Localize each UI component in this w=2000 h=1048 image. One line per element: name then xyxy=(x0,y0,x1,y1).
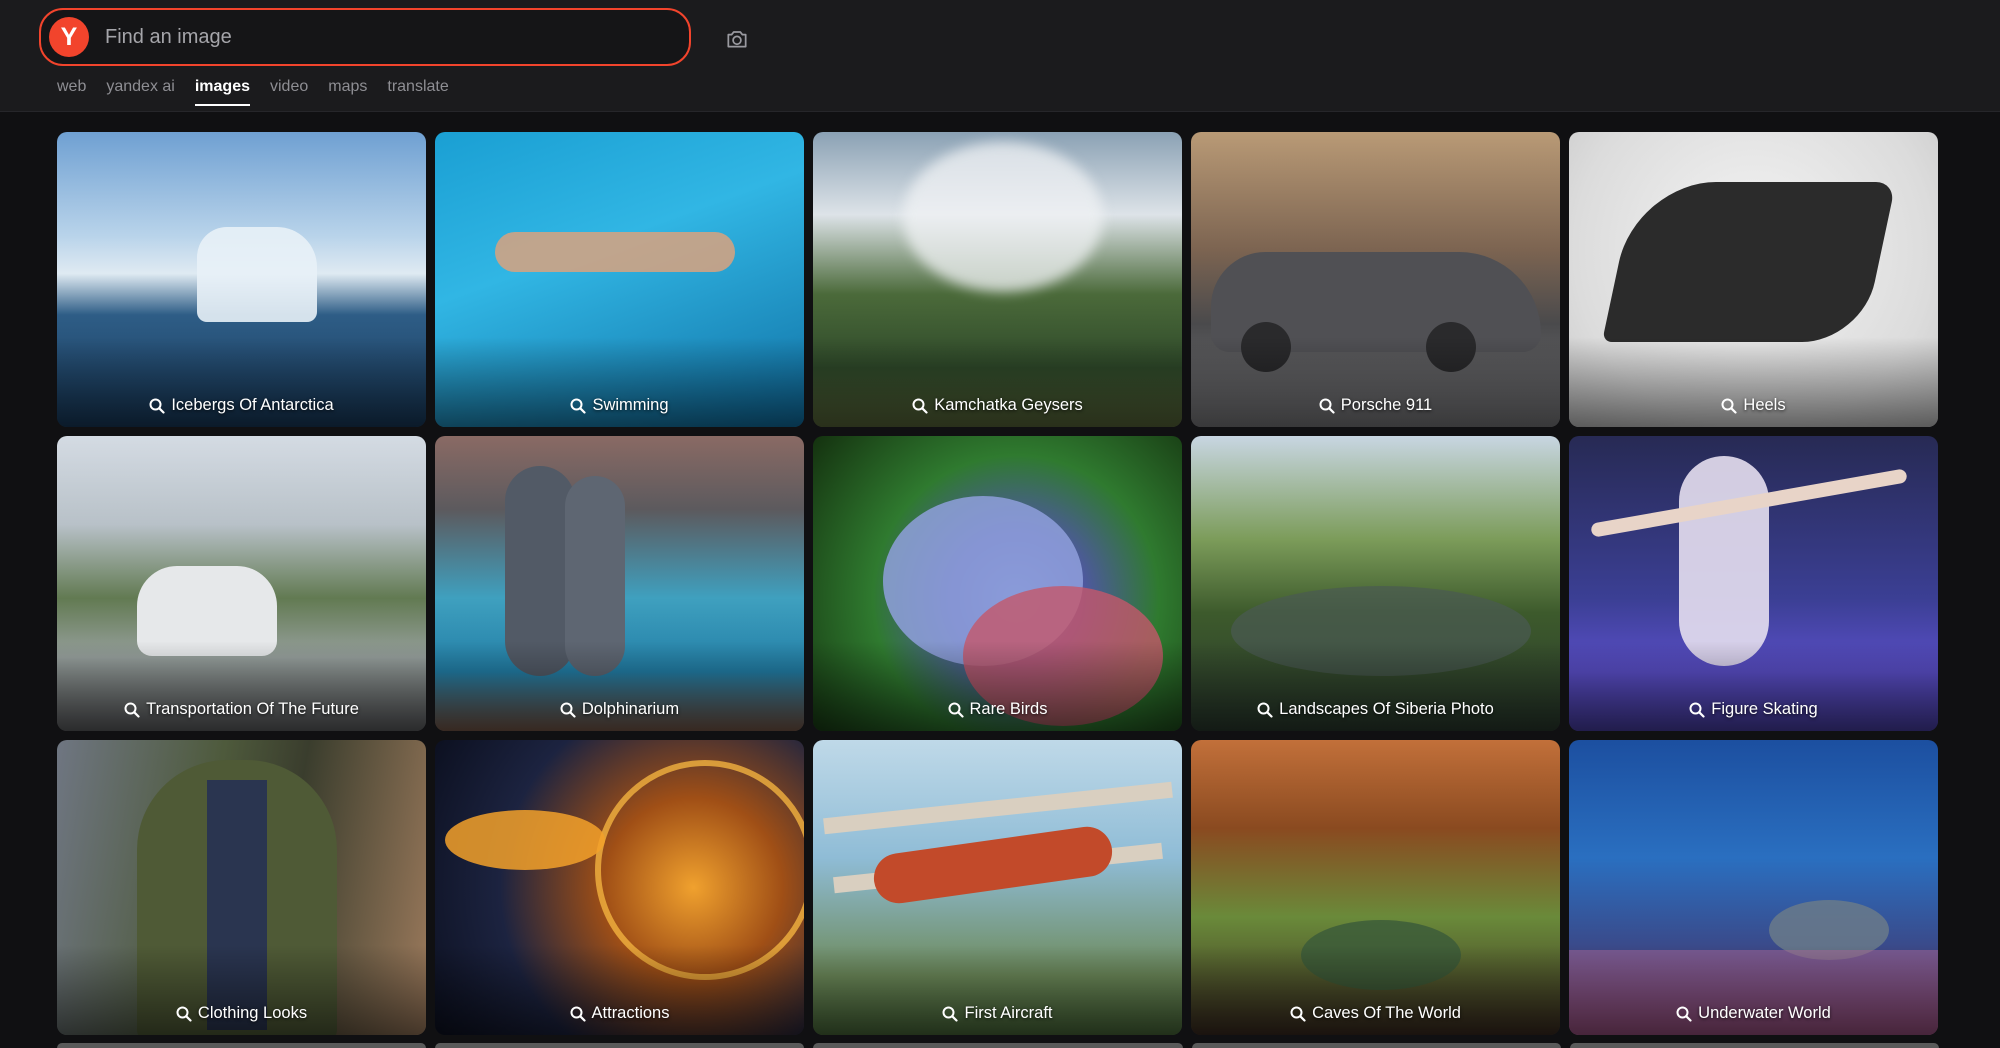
tile-label: Dolphinarium xyxy=(581,700,680,718)
next-row-peek xyxy=(57,1043,1940,1048)
tile-caption: Transportation Of The Future xyxy=(57,700,426,719)
tile-label: Landscapes Of Siberia Photo xyxy=(1279,700,1494,718)
tile-caption: Heels xyxy=(1569,396,1938,415)
tab-translate[interactable]: translate xyxy=(387,78,448,106)
tile-caption: Figure Skating xyxy=(1569,700,1938,719)
image-tile-rare-birds[interactable]: Rare Birds xyxy=(813,436,1182,731)
image-tile-partial[interactable] xyxy=(57,1043,427,1048)
image-tile-attractions[interactable]: Attractions xyxy=(435,740,804,1035)
tile-caption: Rare Birds xyxy=(813,700,1182,719)
image-tile-partial[interactable] xyxy=(813,1043,1183,1048)
search-icon xyxy=(570,1006,586,1022)
tile-caption: Underwater World xyxy=(1569,1004,1938,1023)
image-tile-partial[interactable] xyxy=(435,1043,805,1048)
search-icon xyxy=(570,398,587,414)
tab-web[interactable]: web xyxy=(57,78,86,106)
tile-label: Clothing Looks xyxy=(197,1004,308,1022)
tile-caption: Dolphinarium xyxy=(435,700,804,719)
search-icon xyxy=(948,702,964,718)
tile-caption: Kamchatka Geysers xyxy=(813,396,1182,415)
tile-caption: Clothing Looks xyxy=(57,1004,426,1023)
search-icon xyxy=(560,702,576,718)
tile-label: Underwater World xyxy=(1698,1004,1831,1022)
tab-yandex-ai[interactable]: yandex ai xyxy=(106,78,175,106)
search-box[interactable]: Y xyxy=(39,8,691,66)
tile-label: First Aircraft xyxy=(964,1004,1053,1022)
image-tile-figure-skating[interactable]: Figure Skating xyxy=(1569,436,1938,731)
search-icon xyxy=(1721,398,1738,414)
image-tile-kamchatka-geysers[interactable]: Kamchatka Geysers xyxy=(813,132,1182,427)
image-tile-clothing-looks[interactable]: Clothing Looks xyxy=(57,740,426,1035)
image-tile-dolphinarium[interactable]: Dolphinarium xyxy=(435,436,804,731)
image-tile-siberia-landscapes[interactable]: Landscapes Of Siberia Photo xyxy=(1191,436,1560,731)
yandex-logo[interactable]: Y xyxy=(49,17,89,57)
tile-label: Porsche 911 xyxy=(1340,396,1433,414)
search-icon xyxy=(1689,702,1705,718)
tile-label: Attractions xyxy=(591,1004,670,1022)
tile-label: Transportation Of The Future xyxy=(146,700,359,718)
tab-video[interactable]: video xyxy=(270,78,308,106)
tab-maps[interactable]: maps xyxy=(328,78,367,106)
image-tile-underwater-world[interactable]: Underwater World xyxy=(1569,740,1938,1035)
tile-label: Rare Birds xyxy=(969,700,1048,718)
tile-label: Heels xyxy=(1743,396,1786,414)
search-input[interactable] xyxy=(105,10,689,64)
camera-icon xyxy=(727,31,747,48)
search-icon xyxy=(1257,702,1273,718)
tile-caption: Swimming xyxy=(435,396,804,415)
tile-label: Figure Skating xyxy=(1711,700,1818,718)
tile-caption: Attractions xyxy=(435,1004,804,1023)
search-icon xyxy=(1319,398,1335,414)
search-icon xyxy=(912,398,928,414)
tile-caption: First Aircraft xyxy=(813,1004,1182,1023)
tile-label: Icebergs Of Antarctica xyxy=(171,396,334,414)
image-grid: Icebergs Of Antarctica Swimming Kamchatk… xyxy=(57,132,1938,1035)
header: Y web yandex ai images video maps transl… xyxy=(0,0,2000,112)
tile-caption: Landscapes Of Siberia Photo xyxy=(1191,700,1560,719)
search-icon xyxy=(1290,1006,1306,1022)
search-icon xyxy=(942,1006,959,1022)
search-icon xyxy=(124,702,140,718)
image-tile-swimming[interactable]: Swimming xyxy=(435,132,804,427)
search-icon xyxy=(149,398,165,414)
search-icon xyxy=(1676,1006,1692,1022)
image-tile-heels[interactable]: Heels xyxy=(1569,132,1938,427)
tile-caption: Caves Of The World xyxy=(1191,1004,1560,1023)
image-tile-first-aircraft[interactable]: First Aircraft xyxy=(813,740,1182,1035)
tile-label: Kamchatka Geysers xyxy=(934,396,1083,414)
tile-label: Caves Of The World xyxy=(1312,1004,1461,1022)
image-tile-transportation-future[interactable]: Transportation Of The Future xyxy=(57,436,426,731)
camera-search-button[interactable] xyxy=(720,22,754,56)
tile-caption: Porsche 911 xyxy=(1191,396,1560,415)
nav-tabs: web yandex ai images video maps translat… xyxy=(57,78,449,106)
image-tile-porsche-911[interactable]: Porsche 911 xyxy=(1191,132,1560,427)
image-tile-icebergs[interactable]: Icebergs Of Antarctica xyxy=(57,132,426,427)
tile-label: Swimming xyxy=(592,396,669,414)
image-tile-partial[interactable] xyxy=(1569,1043,1940,1048)
image-tile-partial[interactable] xyxy=(1191,1043,1561,1048)
image-tile-caves-world[interactable]: Caves Of The World xyxy=(1191,740,1560,1035)
tab-images[interactable]: images xyxy=(194,78,251,106)
tile-caption: Icebergs Of Antarctica xyxy=(57,396,426,415)
search-icon xyxy=(176,1006,192,1022)
